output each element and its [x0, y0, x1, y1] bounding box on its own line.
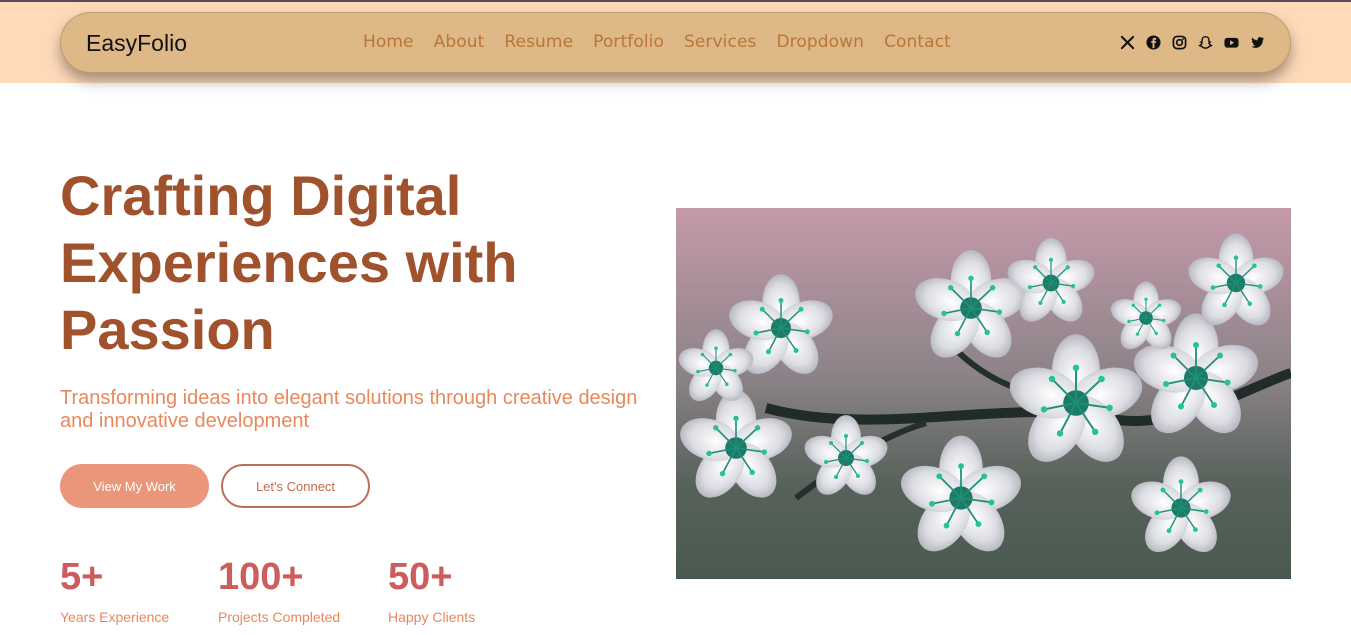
nav-portfolio[interactable]: Portfolio [593, 32, 664, 52]
hero-title: Crafting Digital Experiences with Passio… [60, 164, 518, 361]
nav-about[interactable]: About [434, 32, 485, 52]
stat-years-value: 5+ [60, 556, 104, 598]
snapchat-icon[interactable] [1198, 35, 1213, 50]
stat-clients-label: Happy Clients [388, 609, 476, 625]
nav-services[interactable]: Services [684, 32, 757, 52]
nav-dropdown[interactable]: Dropdown [776, 32, 864, 52]
facebook-icon[interactable] [1146, 35, 1161, 50]
navbar: EasyFolio Home About Resume Portfolio Se… [60, 12, 1291, 73]
stat-clients-value: 50+ [388, 556, 453, 598]
site-logo[interactable]: EasyFolio [86, 30, 187, 57]
instagram-icon[interactable] [1172, 35, 1187, 50]
nav-home[interactable]: Home [363, 32, 414, 52]
nav-resume[interactable]: Resume [504, 32, 573, 52]
nav-contact[interactable]: Contact [884, 32, 951, 52]
hero-image [676, 208, 1291, 579]
stat-years-label: Years Experience [60, 609, 170, 625]
youtube-icon[interactable] [1224, 35, 1239, 50]
view-my-work-button[interactable]: View My Work [60, 464, 209, 508]
lets-connect-button[interactable]: Let's Connect [221, 464, 370, 508]
stat-projects-value: 100+ [218, 556, 304, 598]
main-nav: Home About Resume Portfolio Services Dro… [363, 32, 971, 52]
stat-projects-label: Projects Completed [218, 609, 341, 625]
twitter-icon[interactable] [1250, 35, 1265, 50]
social-links [1120, 35, 1265, 50]
hero-subtitle: Transforming ideas into elegant solution… [60, 387, 638, 432]
x-icon[interactable] [1120, 35, 1135, 50]
